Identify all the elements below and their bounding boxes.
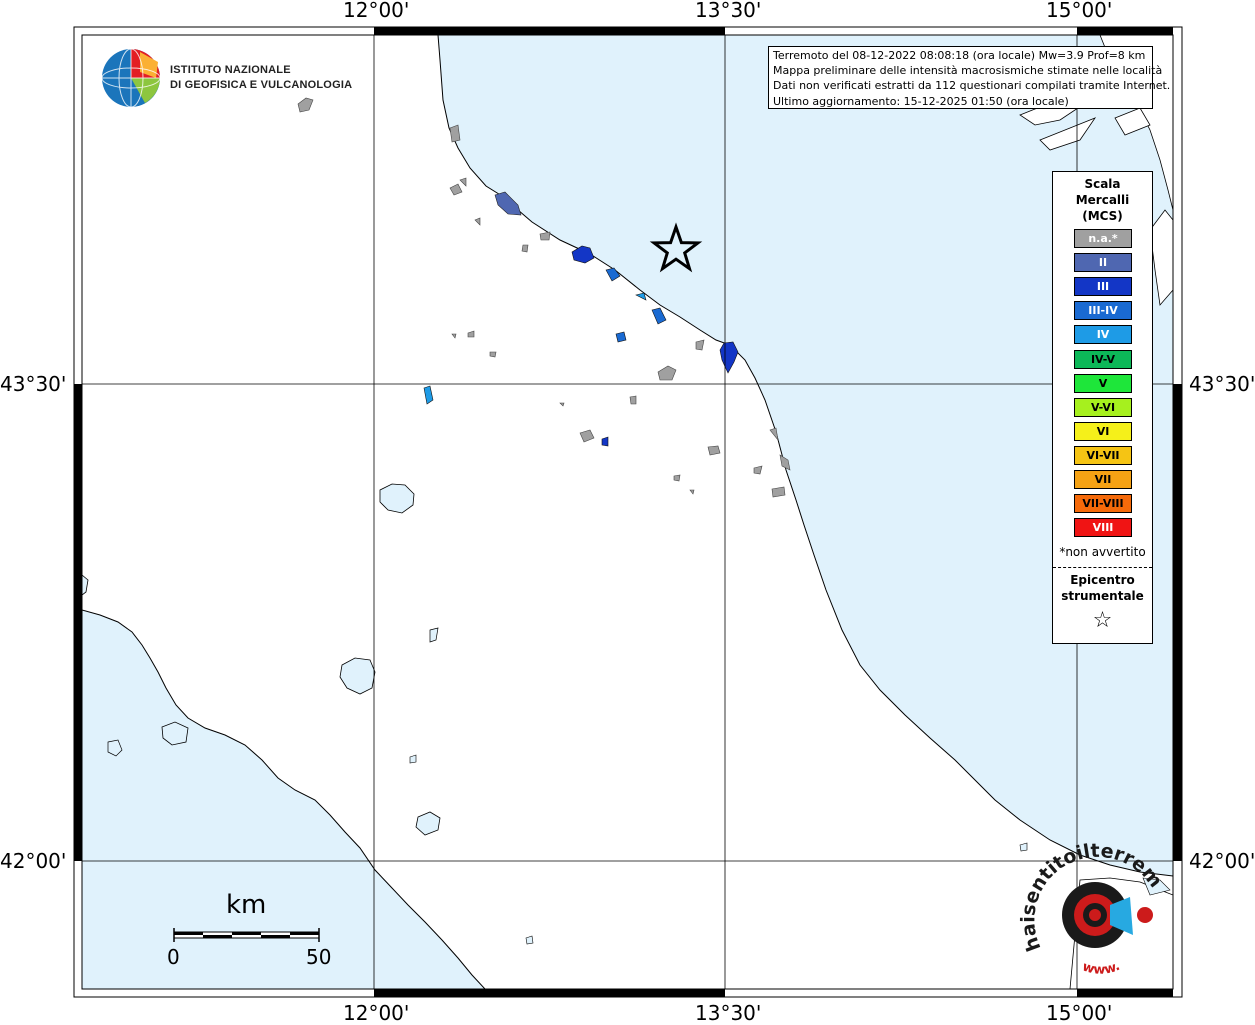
legend-swatch-vi: VI xyxy=(1074,421,1132,441)
legend-swatch-iv-v: IV-V xyxy=(1074,349,1132,369)
ingv-logo-text: ISTITUTO NAZIONALE DI GEOFISICA E VULCAN… xyxy=(170,63,352,93)
top-lon-label-2: 13°30' xyxy=(695,0,762,22)
top-lon-label-1: 12°00' xyxy=(343,0,410,22)
legend-swatch-iii: III xyxy=(1074,277,1132,297)
legend-separator xyxy=(1053,567,1152,568)
ingv-logo-line1: ISTITUTO NAZIONALE xyxy=(170,64,291,76)
scale-bar-max: 50 xyxy=(306,945,332,969)
bottom-lon-label-1: 12°00' xyxy=(343,1001,410,1025)
legend-swatch-iv: IV xyxy=(1074,325,1132,345)
legend-swatch-vii: VII xyxy=(1074,470,1132,489)
event-info-box: Terremoto del 08-12-2022 08:08:18 (ora l… xyxy=(768,46,1171,109)
left-lat-label-2: 42°00' xyxy=(0,849,67,873)
scale-bar-unit: km xyxy=(226,890,267,920)
left-lat-label-1: 43°30' xyxy=(0,372,67,396)
legend-swatch-vii-viii: VII-VIII xyxy=(1074,494,1132,514)
right-lat-label-2: 42°00' xyxy=(1189,849,1255,873)
event-info-line1: Terremoto del 08-12-2022 08:08:18 (ora l… xyxy=(773,49,1146,62)
event-info-line3: Dati non verificati estratti da 112 ques… xyxy=(773,79,1171,93)
legend-swatch-v: V xyxy=(1074,373,1132,393)
legend-epicenter-line1: Epicentro xyxy=(1070,573,1135,587)
legend-title-line1: Scala xyxy=(1084,177,1121,191)
legend-title: Scala Mercalli (MCS) xyxy=(1053,176,1152,224)
legend-swatch-ii: II xyxy=(1074,253,1132,273)
ingv-logo-icon xyxy=(101,48,161,108)
legend-swatch-vi-vii: VI-VII xyxy=(1074,445,1132,465)
top-lon-label-3: 15°00' xyxy=(1046,0,1113,22)
bottom-lon-label-3: 15°00' xyxy=(1046,1001,1113,1025)
legend-note: *non avvertito xyxy=(1059,545,1146,559)
event-info-line4: Ultimo aggiornamento: 15-12-2025 01:50 (… xyxy=(773,94,1069,108)
ingv-logo-line2: DI GEOFISICA E VULCANOLOGIA xyxy=(170,79,353,91)
legend-swatch-n-a: n.a.* xyxy=(1074,229,1132,248)
legend-swatch-viii: VIII xyxy=(1074,518,1132,538)
bottom-lon-label-2: 13°30' xyxy=(695,1001,762,1025)
legend-epicenter-line2: strumentale xyxy=(1061,589,1144,603)
event-info-line2: Mappa preliminare delle intensità macros… xyxy=(773,64,1163,78)
scale-bar-min: 0 xyxy=(167,945,180,969)
legend-title-line2: Mercalli xyxy=(1075,193,1130,207)
legend-title-line3: (MCS) xyxy=(1082,209,1123,223)
mcs-legend: Scala Mercalli (MCS) n.a.* II III III-IV IV I… xyxy=(1052,171,1153,644)
legend-star-icon: ☆ xyxy=(1092,608,1113,633)
legend-swatch-v-vi: V-VI xyxy=(1074,397,1132,417)
legend-epicenter-label: Epicentro strumentale xyxy=(1053,572,1152,604)
legend-swatch-iii-iv: III-IV xyxy=(1074,301,1132,321)
right-lat-label-1: 43°30' xyxy=(1189,372,1255,396)
